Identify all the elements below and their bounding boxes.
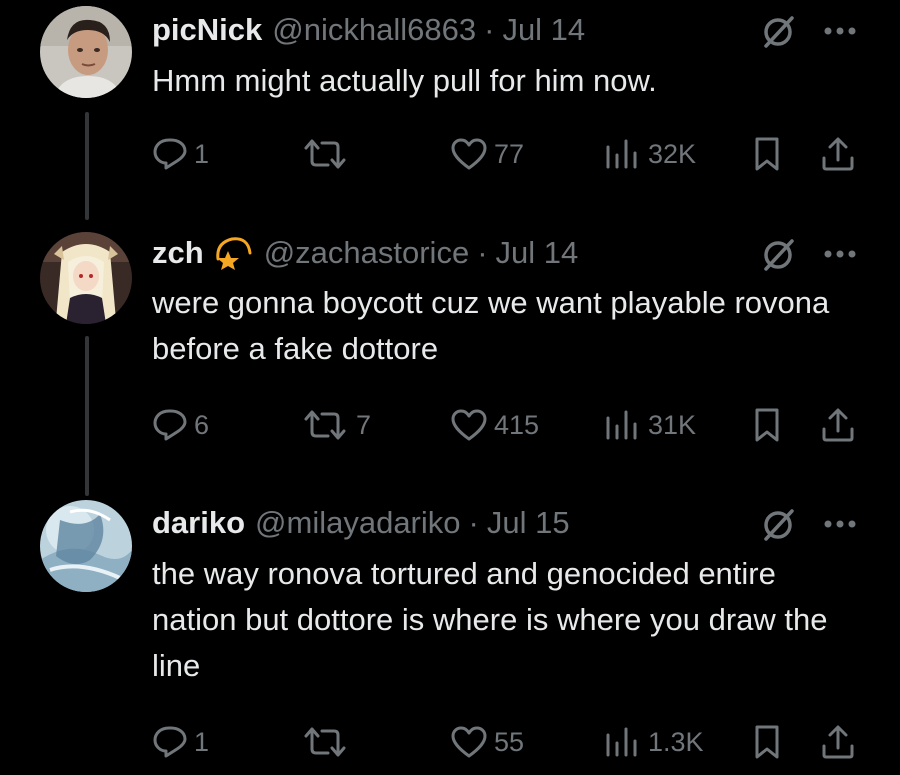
repost-button[interactable]: 7 bbox=[300, 405, 371, 445]
reply-button[interactable]: 6 bbox=[152, 405, 209, 445]
avatar[interactable] bbox=[40, 500, 132, 592]
like-button[interactable]: 55 bbox=[450, 722, 524, 762]
thread-line bbox=[85, 336, 89, 496]
tweet-header: picNick @nickhall6863 · Jul 14 bbox=[152, 10, 585, 50]
repost-icon bbox=[304, 727, 346, 757]
bookmark-icon bbox=[755, 408, 779, 442]
share-icon bbox=[822, 725, 854, 759]
reply-count: 1 bbox=[194, 138, 210, 169]
views-bar-icon bbox=[606, 410, 637, 440]
like-count: 415 bbox=[494, 409, 540, 440]
separator-dot: · bbox=[484, 12, 495, 47]
grok-slash-icon[interactable] bbox=[760, 507, 796, 543]
display-name[interactable]: picNick bbox=[152, 12, 262, 48]
bookmark-icon bbox=[755, 137, 779, 171]
views-button[interactable]: 1.3K bbox=[602, 722, 704, 762]
timestamp[interactable]: Jul 15 bbox=[487, 505, 570, 541]
tweet-text: the way ronova tortured and genocided en… bbox=[152, 556, 828, 683]
share-button[interactable] bbox=[820, 722, 856, 762]
reply-bubble-icon bbox=[153, 138, 187, 170]
like-button[interactable]: 77 bbox=[450, 134, 524, 174]
tweet-header: dariko @milayadariko · Jul 15 bbox=[152, 503, 570, 543]
timestamp[interactable]: Jul 14 bbox=[496, 235, 579, 271]
repost-count: 7 bbox=[356, 409, 372, 440]
views-bar-icon bbox=[606, 139, 637, 169]
more-dots-icon[interactable] bbox=[822, 247, 858, 261]
avatar[interactable] bbox=[40, 232, 132, 324]
repost-icon bbox=[304, 410, 346, 440]
more-dots-icon[interactable] bbox=[822, 24, 858, 38]
views-count: 32K bbox=[648, 138, 697, 169]
share-button[interactable] bbox=[820, 405, 856, 445]
separator-dot: · bbox=[468, 505, 479, 540]
repost-icon bbox=[304, 139, 346, 169]
share-icon bbox=[822, 137, 854, 171]
handle[interactable]: @nickhall6863 bbox=[272, 12, 476, 48]
share-button[interactable] bbox=[820, 134, 856, 174]
reply-bubble-icon bbox=[153, 409, 187, 441]
tweet-header: zch @zachastorice · Jul 14 bbox=[152, 233, 578, 273]
star-moon-icon bbox=[212, 233, 254, 273]
reply-button[interactable]: 1 bbox=[152, 722, 209, 762]
grok-slash-icon[interactable] bbox=[760, 237, 796, 273]
timestamp[interactable]: Jul 14 bbox=[502, 12, 585, 48]
display-name[interactable]: dariko bbox=[152, 505, 245, 541]
bookmark-button[interactable] bbox=[752, 134, 782, 174]
tweet-text: were gonna boycott cuz we want playable … bbox=[152, 285, 830, 366]
tweet-text: Hmm might actually pull for him now. bbox=[152, 63, 657, 98]
reply-bubble-icon bbox=[153, 726, 187, 758]
views-button[interactable]: 31K bbox=[602, 405, 696, 445]
views-button[interactable]: 32K bbox=[602, 134, 696, 174]
more-dots-icon[interactable] bbox=[822, 517, 858, 531]
share-icon bbox=[822, 408, 854, 442]
bookmark-button[interactable] bbox=[752, 405, 782, 445]
separator-dot: · bbox=[477, 235, 488, 270]
views-count: 1.3K bbox=[648, 726, 704, 757]
handle[interactable]: @milayadariko bbox=[255, 505, 460, 541]
like-button[interactable]: 415 bbox=[450, 405, 539, 445]
repost-button[interactable] bbox=[300, 134, 356, 174]
heart-icon bbox=[451, 138, 487, 170]
thread-line bbox=[85, 112, 89, 220]
views-bar-icon bbox=[606, 727, 637, 757]
bookmark-button[interactable] bbox=[752, 722, 782, 762]
reply-count: 1 bbox=[194, 726, 210, 757]
views-count: 31K bbox=[648, 409, 697, 440]
avatar[interactable] bbox=[40, 6, 132, 98]
like-count: 55 bbox=[494, 726, 525, 757]
repost-button[interactable] bbox=[300, 722, 356, 762]
display-name[interactable]: zch bbox=[152, 235, 204, 271]
heart-icon bbox=[451, 409, 487, 441]
grok-slash-icon[interactable] bbox=[760, 14, 796, 50]
reply-count: 6 bbox=[194, 409, 210, 440]
heart-icon bbox=[451, 726, 487, 758]
handle[interactable]: @zachastorice bbox=[264, 235, 470, 271]
bookmark-icon bbox=[755, 725, 779, 759]
reply-button[interactable]: 1 bbox=[152, 134, 209, 174]
like-count: 77 bbox=[494, 138, 525, 169]
